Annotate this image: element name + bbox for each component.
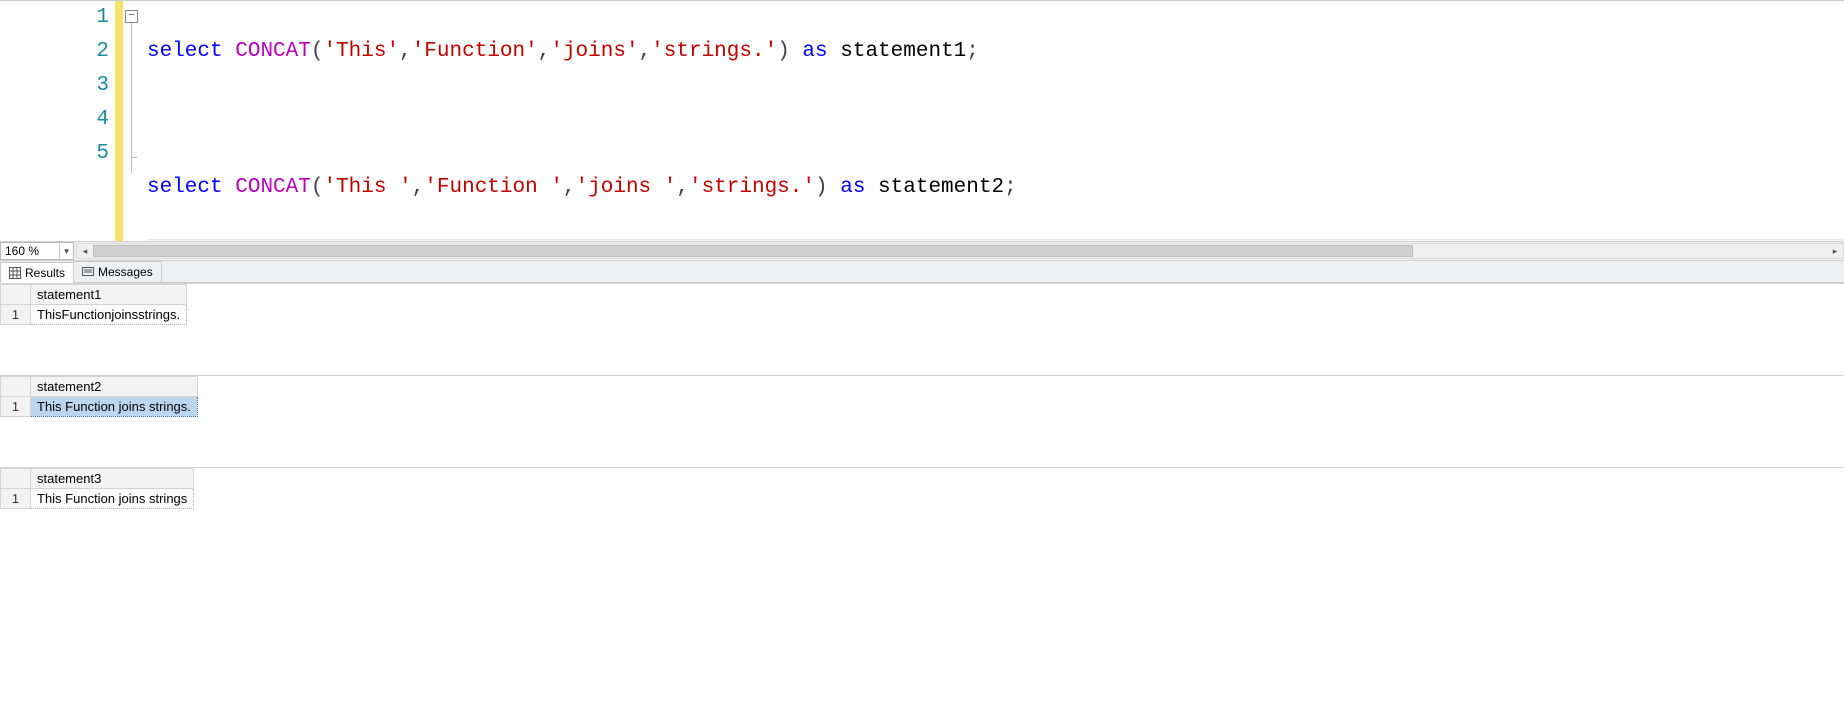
results-panel[interactable]: statement1 1 ThisFunctionjoinsstrings. s… — [0, 283, 1844, 722]
paren-close: ) — [777, 40, 790, 63]
grid-icon — [9, 267, 21, 279]
tab-results[interactable]: Results — [0, 262, 74, 283]
line-number: 3 — [0, 69, 109, 103]
keyword-as: as — [840, 176, 865, 199]
result-table[interactable]: statement3 1 This Function joins strings — [0, 468, 194, 509]
cell-value[interactable]: ThisFunctionjoinsstrings. — [31, 305, 187, 325]
row-number[interactable]: 1 — [1, 397, 31, 417]
line-number: 2 — [0, 35, 109, 69]
tab-messages[interactable]: Messages — [73, 261, 162, 282]
paren-open: ( — [311, 40, 324, 63]
fold-guide — [131, 23, 132, 173]
string-literal: 'This' — [323, 40, 399, 63]
chevron-down-icon[interactable]: ▾ — [59, 243, 73, 259]
string-literal: 'joins' — [550, 40, 638, 63]
fold-toggle-icon[interactable]: − — [125, 10, 138, 23]
string-literal: 'Function' — [412, 40, 538, 63]
string-literal: 'Function ' — [424, 176, 563, 199]
scroll-right-icon[interactable]: ▸ — [1827, 244, 1843, 258]
zoom-dropdown[interactable]: 160 % ▾ — [0, 242, 74, 260]
result-grid-1: statement1 1 ThisFunctionjoinsstrings. — [0, 283, 1844, 375]
result-grid-3: statement3 1 This Function joins strings — [0, 467, 1844, 559]
line-number: 5 — [0, 137, 109, 171]
zoom-value: 160 % — [1, 244, 59, 258]
cell-value[interactable]: This Function joins strings — [31, 489, 194, 509]
comma: , — [538, 40, 551, 63]
fold-column[interactable]: − — [123, 1, 143, 241]
semicolon: ; — [966, 40, 979, 63]
string-literal: 'joins ' — [576, 176, 677, 199]
corner-cell[interactable] — [1, 377, 31, 397]
tab-results-label: Results — [25, 266, 65, 280]
scroll-thumb[interactable] — [93, 245, 1413, 257]
keyword-select: select — [147, 176, 223, 199]
editor-footer-bar: 160 % ▾ ◂ ▸ — [0, 241, 1844, 261]
semicolon: ; — [1004, 176, 1017, 199]
scroll-left-icon[interactable]: ◂ — [77, 244, 93, 258]
string-literal: 'strings.' — [689, 176, 815, 199]
comma: , — [676, 176, 689, 199]
string-literal: 'This ' — [323, 176, 411, 199]
change-marker-stripe — [115, 1, 123, 241]
results-tabs: Results Messages — [0, 261, 1844, 283]
row-number[interactable]: 1 — [1, 489, 31, 509]
result-table[interactable]: statement2 1 This Function joins strings… — [0, 376, 198, 417]
line-number: 1 — [0, 1, 109, 35]
table-row[interactable]: 1 ThisFunctionjoinsstrings. — [1, 305, 187, 325]
comma: , — [639, 40, 652, 63]
keyword-as: as — [802, 40, 827, 63]
string-literal: 'strings.' — [651, 40, 777, 63]
function-concat: CONCAT — [235, 176, 311, 199]
paren-open: ( — [311, 176, 324, 199]
comma: , — [412, 176, 425, 199]
code-area[interactable]: select CONCAT('This','Function','joins',… — [143, 1, 1844, 241]
table-row[interactable]: 1 This Function joins strings. — [1, 397, 198, 417]
fold-guide-end — [131, 157, 137, 158]
tab-messages-label: Messages — [98, 265, 153, 279]
alias: statement1 — [840, 40, 966, 63]
keyword-select: select — [147, 40, 223, 63]
column-header[interactable]: statement1 — [31, 285, 187, 305]
function-concat: CONCAT — [235, 40, 311, 63]
row-number[interactable]: 1 — [1, 305, 31, 325]
column-header[interactable]: statement2 — [31, 377, 198, 397]
comma: , — [563, 176, 576, 199]
cell-value[interactable]: This Function joins strings. — [31, 397, 198, 417]
line-number: 4 — [0, 103, 109, 137]
horizontal-scrollbar[interactable]: ◂ ▸ — [76, 243, 1844, 259]
paren-close: ) — [815, 176, 828, 199]
result-table[interactable]: statement1 1 ThisFunctionjoinsstrings. — [0, 284, 187, 325]
column-header[interactable]: statement3 — [31, 469, 194, 489]
messages-icon — [82, 266, 94, 278]
alias: statement2 — [878, 176, 1004, 199]
ssms-window: 1 2 3 4 5 − select CONCAT('This','Functi… — [0, 0, 1844, 722]
corner-cell[interactable] — [1, 469, 31, 489]
line-number-gutter: 1 2 3 4 5 — [0, 1, 115, 241]
table-row[interactable]: 1 This Function joins strings — [1, 489, 194, 509]
comma: , — [399, 40, 412, 63]
result-grid-2: statement2 1 This Function joins strings… — [0, 375, 1844, 467]
sql-editor[interactable]: 1 2 3 4 5 − select CONCAT('This','Functi… — [0, 1, 1844, 241]
corner-cell[interactable] — [1, 285, 31, 305]
